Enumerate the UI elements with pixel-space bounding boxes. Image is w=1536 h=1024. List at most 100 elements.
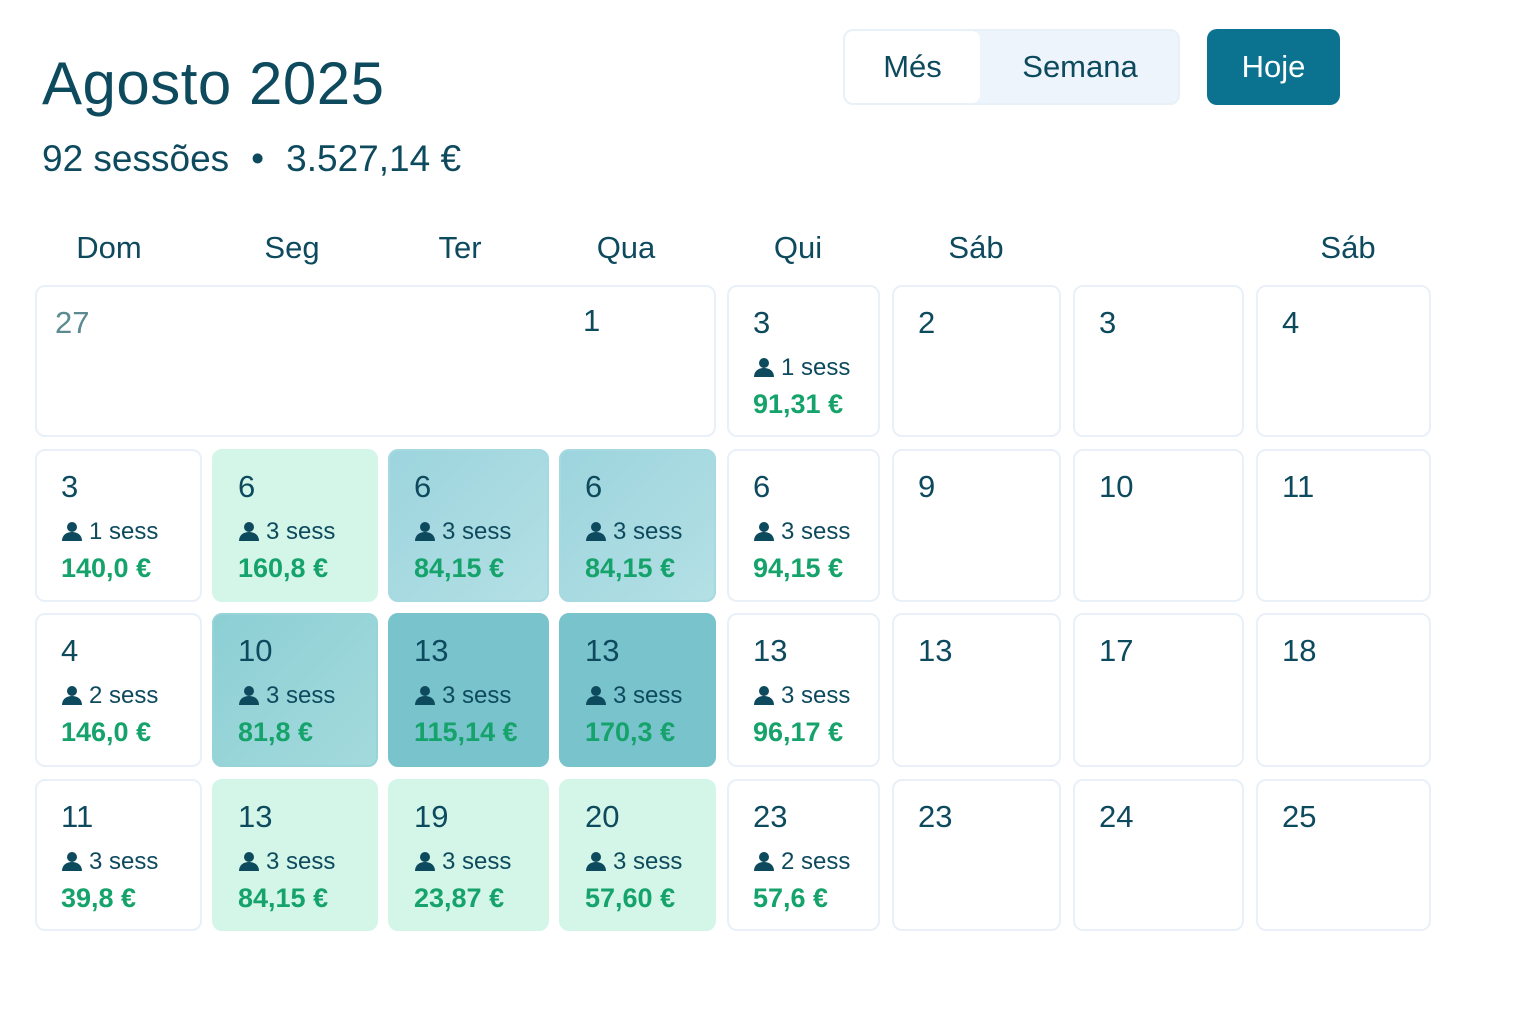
day-number: 24 [1099,799,1134,834]
calendar-day-cell[interactable]: 3 1 sess 91,31 € [727,285,880,437]
person-icon [62,686,82,705]
session-count-text: 1 sess [781,354,851,381]
day-number: 18 [1282,633,1317,668]
weekday-mon: Seg [264,230,320,265]
calendar-day-cell[interactable]: 23 2 sess 57,6 € [727,779,880,931]
day-amount: 96,17 € [753,717,844,747]
day-amount: 84,15 € [585,553,676,583]
session-count-text: 3 sess [613,682,683,709]
calendar-day-cell[interactable]: 13 3 sess 96,17 € [727,613,880,767]
calendar-day-cell[interactable]: 10 [1073,449,1244,602]
calendar-day-cell[interactable]: 3 [1073,285,1244,437]
calendar-day-cell[interactable]: 6 3 sess 160,8 € [212,449,378,602]
person-icon [754,686,774,705]
today-button[interactable]: Hoje [1207,29,1340,105]
session-count-text: 3 sess [266,682,336,709]
day-number: 2 [918,305,936,340]
day-number: 6 [753,469,771,504]
person-icon [754,522,774,541]
calendar-day-cell[interactable]: 13 3 sess 115,14 € [388,613,549,767]
person-icon [586,686,606,705]
day-number: 10 [238,633,273,668]
calendar-day-cell[interactable]: 4 [1256,285,1431,437]
session-count-text: 3 sess [442,518,512,545]
day-number: 3 [753,305,771,340]
person-icon [586,522,606,541]
calendar-day-cell[interactable]: 13 [892,613,1061,767]
calendar-day-cell[interactable]: 2 [892,285,1061,437]
day-amount: 94,15 € [753,553,844,583]
session-count-text: 3 sess [781,518,851,545]
calendar-day-cell[interactable]: 6 3 sess 84,15 € [388,449,549,602]
session-count-label: 3 sess [753,681,850,711]
calendar-day-cell[interactable]: 17 [1073,613,1244,767]
day-amount: 23,87 € [414,883,505,913]
month-view-button[interactable]: Més [845,31,980,103]
day-amount: 91,31 € [753,389,844,419]
day-amount: 146,0 € [61,717,152,747]
calendar-day-cell[interactable]: 6 3 sess 94,15 € [727,449,880,602]
session-count-label: 3 sess [238,681,335,711]
day-number: 6 [585,469,603,504]
person-icon [239,522,259,541]
calendar-day-cell[interactable]: 9 [892,449,1061,602]
calendar-day-cell[interactable]: 19 3 sess 23,87 € [388,779,549,931]
session-count-label: 3 sess [238,847,335,877]
calendar-day-cell[interactable]: 20 3 sess 57,60 € [559,779,716,931]
day-number: 11 [61,799,94,834]
person-icon [415,686,435,705]
session-count-label: 3 sess [753,517,850,547]
session-count-text: 2 sess [89,682,159,709]
day-number: 6 [414,469,432,504]
weekday-sun: Dom [76,230,142,265]
calendar-day-cell[interactable]: 10 3 sess 81,8 € [212,613,378,767]
person-icon [62,852,82,871]
calendar-day-cell[interactable]: 13 3 sess 84,15 € [212,779,378,931]
calendar-day-cell[interactable]: 11 [1256,449,1431,602]
calendar-day-cell[interactable]: 25 [1256,779,1431,931]
session-count-label: 3 sess [585,517,682,547]
day-number: 3 [1099,305,1117,340]
day-number: 4 [61,633,79,668]
day-number: 9 [918,469,936,504]
calendar-day-cell[interactable]: 6 3 sess 84,15 € [559,449,716,602]
session-count-text: 1 sess [89,518,159,545]
week-view-button[interactable]: Semana [980,31,1178,103]
calendar-day-cell[interactable]: 13 3 sess 170,3 € [559,613,716,767]
session-count-label: 3 sess [585,681,682,711]
session-count-label: 1 sess [753,353,850,383]
day-number: 11 [1282,469,1315,504]
calendar-day-cell[interactable]: 24 [1073,779,1244,931]
day-number: 13 [414,633,449,668]
calendar-day-cell[interactable]: 3 1 sess 140,0 € [35,449,202,602]
session-count-text: 3 sess [266,848,336,875]
day-number: 6 [238,469,256,504]
day-amount: 140,0 € [61,553,152,583]
page-title: Agosto 2025 [42,50,385,117]
session-count-text: 3 sess [613,848,683,875]
day-number: 27 [55,305,90,340]
person-icon [415,852,435,871]
session-count-label: 3 sess [414,517,511,547]
session-count-text: 3 sess [613,518,683,545]
session-count-label: 3 sess [414,847,511,877]
person-icon [239,686,259,705]
calendar-day-cell[interactable]: 4 2 sess 146,0 € [35,613,202,767]
weekday-thu: Qui [773,230,823,265]
calendar-day-cell[interactable]: 23 [892,779,1061,931]
day-amount: 57,60 € [585,883,676,913]
weekday-sat-2: Sáb [1320,230,1376,265]
day-number: 23 [753,799,788,834]
day-amount: 84,15 € [414,553,505,583]
day-amount: 57,6 € [753,883,829,913]
day-number: 25 [1282,799,1317,834]
day-amount: 39,8 € [61,883,137,913]
weekday-wed: Qua [596,230,656,265]
day-amount: 160,8 € [238,553,329,583]
calendar-day-cell[interactable]: 11 3 sess 39,8 € [35,779,202,931]
session-count-text: 3 sess [442,848,512,875]
calendar-day-cell[interactable]: 1 [559,285,716,437]
calendar-day-cell[interactable]: 18 [1256,613,1431,767]
day-amount: 115,14 € [414,717,518,747]
day-amount: 84,15 € [238,883,329,913]
